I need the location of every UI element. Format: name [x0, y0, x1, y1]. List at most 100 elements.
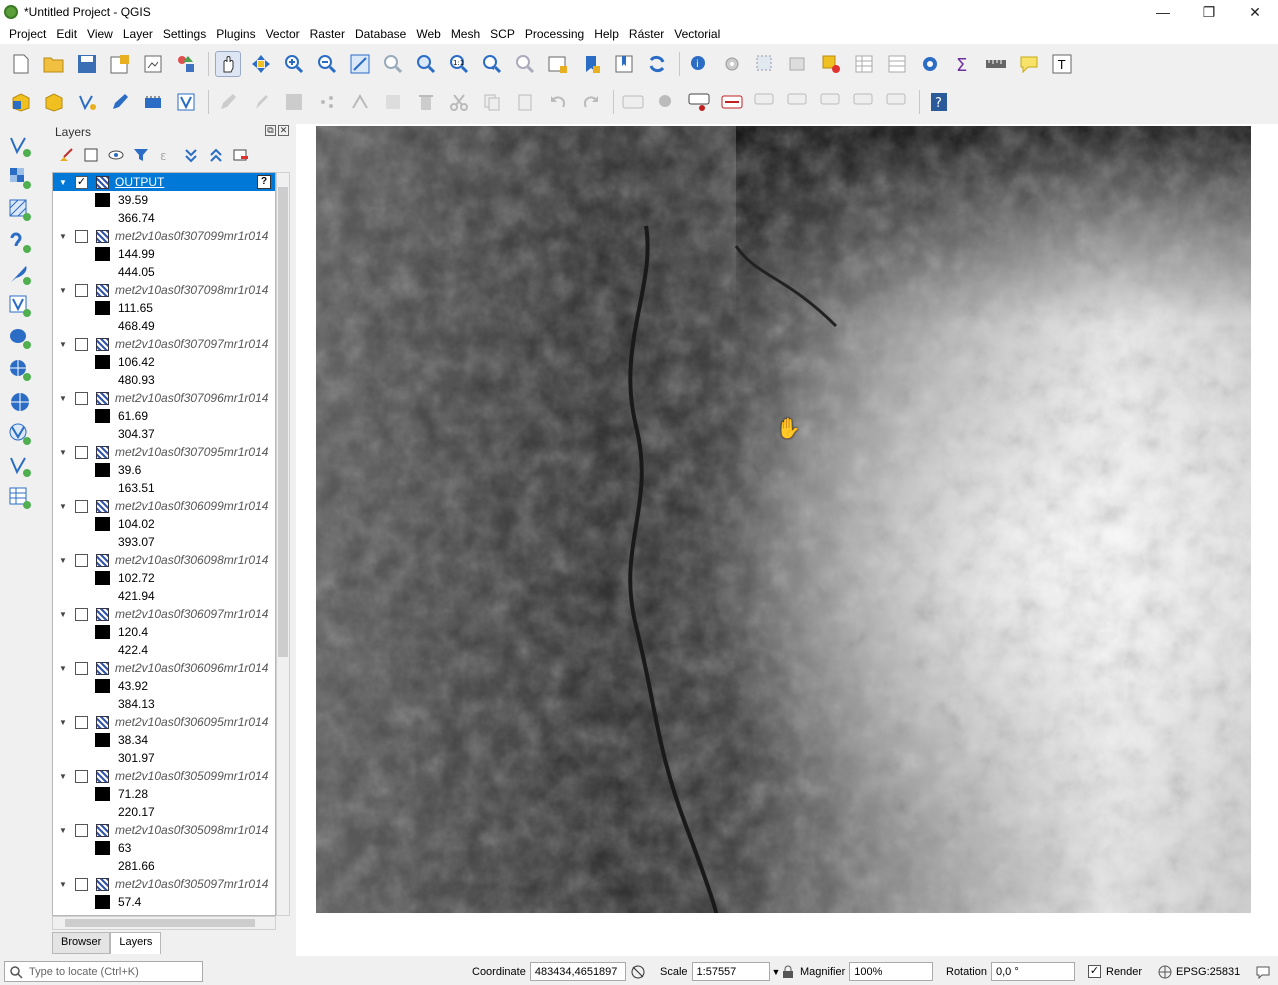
expand-arrow-icon[interactable]: ▼: [57, 880, 69, 889]
pan-map-button[interactable]: [215, 51, 241, 77]
expand-arrow-icon[interactable]: ▼: [57, 772, 69, 781]
statistical-summary-button[interactable]: Σ: [950, 51, 976, 77]
layer-row[interactable]: ▼ met2v10as0f307099mr1r014: [53, 227, 275, 245]
add-feature-button[interactable]: [314, 89, 340, 115]
expand-arrow-icon[interactable]: ▼: [57, 394, 69, 403]
new-map-view-button[interactable]: [545, 51, 571, 77]
layer-row[interactable]: ▼ met2v10as0f305099mr1r014: [53, 767, 275, 785]
new-project-button[interactable]: [8, 51, 34, 77]
run-action-button[interactable]: [719, 51, 745, 77]
expand-arrow-icon[interactable]: ▼: [57, 826, 69, 835]
highlight-pinned-labels-button[interactable]: [719, 89, 745, 115]
filter-expression-button[interactable]: ε: [157, 146, 175, 164]
expand-arrow-icon[interactable]: ▼: [57, 718, 69, 727]
vertex-tool-button[interactable]: [347, 89, 373, 115]
expand-arrow-icon[interactable]: ▼: [57, 340, 69, 349]
remove-layer-button[interactable]: [232, 146, 250, 164]
expand-arrow-icon[interactable]: ▼: [57, 178, 69, 187]
cut-features-button[interactable]: [446, 89, 472, 115]
zoom-last-button[interactable]: [479, 51, 505, 77]
add-raster-layer-button[interactable]: [6, 164, 34, 192]
zoom-native-button[interactable]: 1:1: [446, 51, 472, 77]
lock-icon[interactable]: [782, 965, 794, 979]
layer-visibility-checkbox[interactable]: [75, 283, 88, 297]
menu-layer[interactable]: Layer: [118, 27, 158, 41]
layer-visibility-checkbox[interactable]: [75, 553, 88, 567]
layer-row[interactable]: ▼ met2v10as0f307095mr1r014: [53, 443, 275, 461]
layer-row[interactable]: ▼ met2v10as0f306096mr1r014: [53, 659, 275, 677]
zoom-next-button[interactable]: [512, 51, 538, 77]
add-wcs-button[interactable]: [6, 388, 34, 416]
open-styling-button[interactable]: [57, 146, 75, 164]
layer-row[interactable]: ▼ met2v10as0f306099mr1r014: [53, 497, 275, 515]
scale-dropdown-icon[interactable]: ▼: [772, 967, 781, 977]
menu-scp[interactable]: SCP: [485, 27, 520, 41]
layer-row[interactable]: ▼ met2v10as0f306098mr1r014: [53, 551, 275, 569]
label-options-button[interactable]: [686, 89, 712, 115]
menu-raster-es[interactable]: Ráster: [624, 27, 669, 41]
layer-visibility-checkbox[interactable]: [75, 607, 88, 621]
add-wfs-button[interactable]: [6, 420, 34, 448]
new-bookmark-button[interactable]: [578, 51, 604, 77]
copy-features-button[interactable]: [479, 89, 505, 115]
layer-row[interactable]: ▼ met2v10as0f307096mr1r014: [53, 389, 275, 407]
move-label-button[interactable]: [818, 89, 844, 115]
layer-visibility-checkbox[interactable]: [75, 445, 88, 459]
menu-help[interactable]: Help: [589, 27, 624, 41]
delete-selected-button[interactable]: [413, 89, 439, 115]
layer-tree-hscrollbar[interactable]: [52, 916, 276, 930]
current-edits-button[interactable]: [215, 89, 241, 115]
menu-edit[interactable]: Edit: [51, 27, 82, 41]
expand-arrow-icon[interactable]: ▼: [57, 664, 69, 673]
zoom-to-layer-button[interactable]: [413, 51, 439, 77]
restore-button[interactable]: ❐: [1186, 0, 1232, 24]
new-shapefile-button[interactable]: [74, 89, 100, 115]
label-toolbar-button[interactable]: [620, 89, 646, 115]
redo-button[interactable]: [578, 89, 604, 115]
expand-arrow-icon[interactable]: ▼: [57, 556, 69, 565]
style-manager-button[interactable]: [173, 51, 199, 77]
layer-visibility-checkbox[interactable]: [75, 499, 88, 513]
add-arcgis-button[interactable]: [6, 452, 34, 480]
menu-web[interactable]: Web: [411, 27, 445, 41]
add-vector-layer-button[interactable]: [6, 132, 34, 160]
layer-visibility-checkbox[interactable]: [75, 877, 88, 891]
coordinate-field[interactable]: 483434,4651897: [529, 962, 626, 981]
layer-row[interactable]: ▼ met2v10as0f306095mr1r014: [53, 713, 275, 731]
layer-visibility-checkbox[interactable]: [75, 229, 88, 243]
minimize-button[interactable]: —: [1140, 0, 1186, 24]
diagram-options-button[interactable]: [653, 89, 679, 115]
expand-arrow-icon[interactable]: ▼: [57, 232, 69, 241]
refresh-button[interactable]: [644, 51, 670, 77]
toggle-editing-button[interactable]: [248, 89, 274, 115]
close-panel-button[interactable]: ✕: [278, 125, 289, 136]
layer-visibility-checkbox[interactable]: [75, 661, 88, 675]
menu-mesh[interactable]: Mesh: [446, 27, 485, 41]
close-button[interactable]: ✕: [1232, 0, 1278, 24]
change-label-button[interactable]: [884, 89, 910, 115]
scale-field[interactable]: 1:57557: [691, 962, 770, 981]
pin-labels-button[interactable]: [752, 89, 778, 115]
add-virtual-layer-button[interactable]: [6, 292, 34, 320]
help-question-icon[interactable]: ?: [257, 175, 271, 189]
show-hide-labels-button[interactable]: [785, 89, 811, 115]
menu-raster[interactable]: Raster: [305, 27, 350, 41]
layer-row[interactable]: ▼ met2v10as0f307097mr1r014: [53, 335, 275, 353]
data-source-manager-button[interactable]: [8, 89, 34, 115]
map-canvas[interactable]: ✋: [296, 124, 1278, 956]
whats-this-button[interactable]: ?: [926, 89, 952, 115]
messages-icon[interactable]: [1256, 965, 1270, 979]
menu-processing[interactable]: Processing: [520, 27, 589, 41]
layer-row[interactable]: ▼ met2v10as0f307098mr1r014: [53, 281, 275, 299]
paste-features-button[interactable]: [512, 89, 538, 115]
layer-visibility-checkbox[interactable]: [75, 337, 88, 351]
save-project-button[interactable]: [74, 51, 100, 77]
menu-project[interactable]: Project: [4, 27, 51, 41]
layer-visibility-checkbox[interactable]: [75, 823, 88, 837]
deselect-button[interactable]: [785, 51, 811, 77]
expand-arrow-icon[interactable]: ▼: [57, 610, 69, 619]
zoom-in-button[interactable]: [281, 51, 307, 77]
add-wms-button[interactable]: [6, 356, 34, 384]
digitize-button[interactable]: [107, 89, 133, 115]
deselect-all-button[interactable]: [818, 51, 844, 77]
